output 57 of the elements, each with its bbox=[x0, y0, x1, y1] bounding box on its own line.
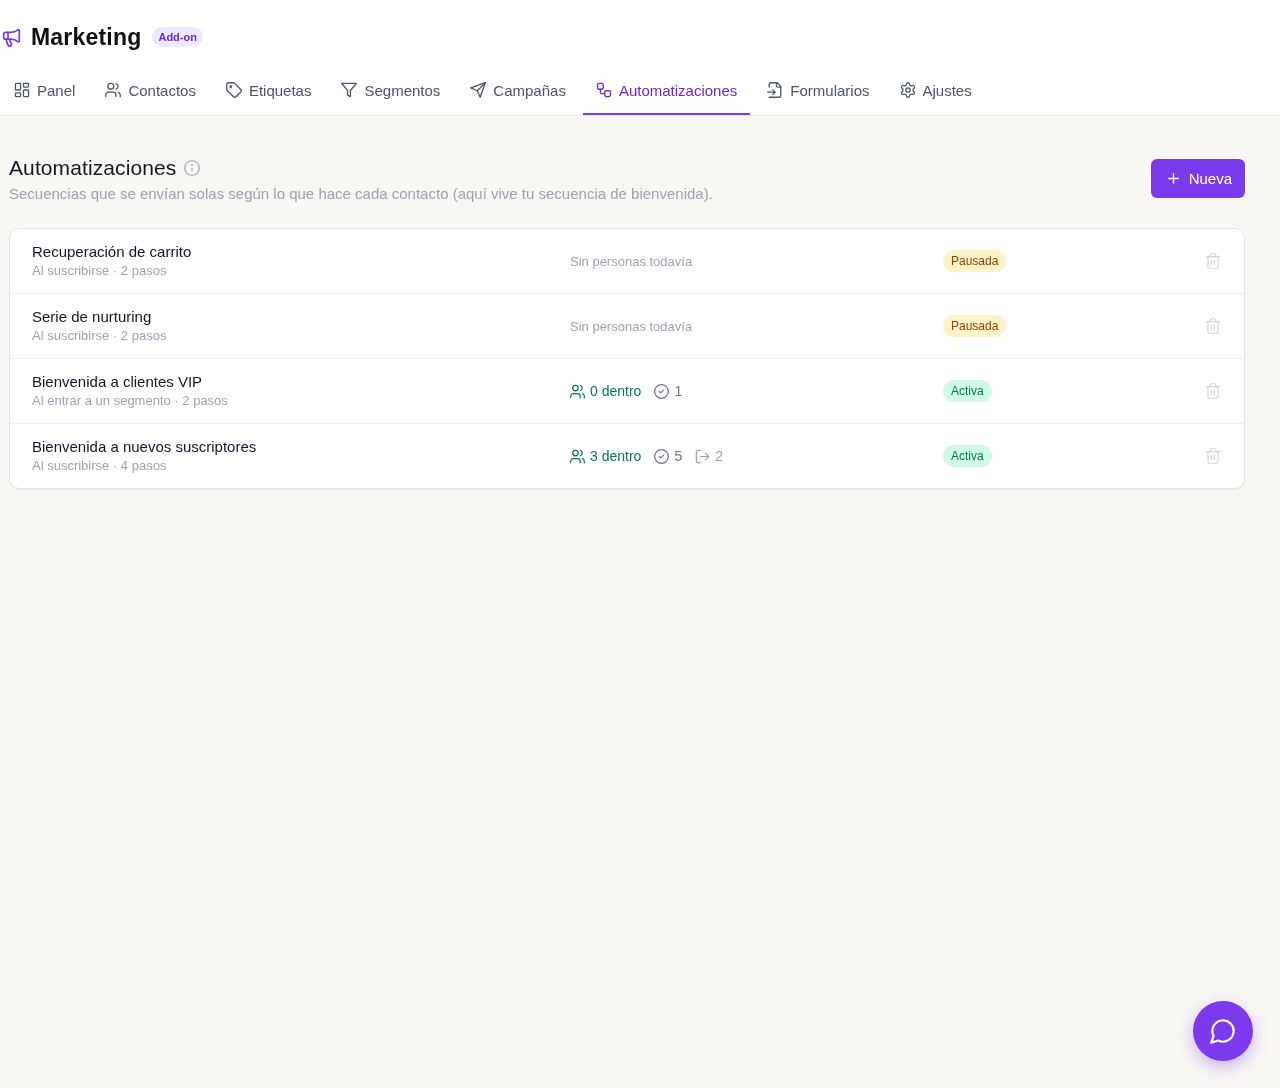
people-icon bbox=[105, 82, 122, 98]
nav-tab[interactable]: Etiquetas bbox=[212, 67, 325, 115]
app-title: Marketing bbox=[31, 23, 142, 51]
automation-name: Bienvenida a nuevos suscriptores bbox=[32, 437, 258, 457]
funnel-icon bbox=[341, 82, 358, 98]
automation-trigger: Al suscribirse · 4 pasos bbox=[32, 457, 168, 475]
delete-button[interactable] bbox=[1205, 448, 1221, 464]
check-circle-icon bbox=[654, 448, 670, 464]
activity-text: Sin personas todavía bbox=[570, 318, 693, 334]
status-badge: Activa bbox=[943, 380, 992, 402]
completed-count: 1 bbox=[674, 383, 683, 399]
nav-tab[interactable]: Formularios bbox=[754, 67, 883, 115]
automation-trigger: Al entrar a un segmento · 2 pasos bbox=[32, 392, 229, 410]
delete-button[interactable] bbox=[1205, 383, 1221, 399]
addon-badge: Add-on bbox=[152, 27, 203, 47]
status-badge: Pausada bbox=[943, 315, 1007, 337]
delete-button[interactable] bbox=[1205, 318, 1221, 334]
automation-name: Recuperación de carrito bbox=[32, 242, 193, 262]
nav-tab[interactable]: Contactos bbox=[92, 67, 209, 115]
status-badge: Pausada bbox=[943, 250, 1007, 272]
trash-icon bbox=[1205, 383, 1221, 399]
nav-tab[interactable]: Segmentos bbox=[328, 67, 454, 115]
people-inside-count: 0 dentro bbox=[590, 383, 642, 399]
people-inside-count: 3 dentro bbox=[590, 448, 642, 464]
completed-count: 5 bbox=[674, 448, 683, 464]
automation-trigger: Al suscribirse · 2 pasos bbox=[32, 327, 168, 345]
people-icon bbox=[570, 448, 585, 464]
automation-name: Bienvenida a clientes VIP bbox=[32, 372, 204, 392]
dashboard-icon bbox=[14, 82, 30, 98]
linked-squares-icon bbox=[595, 82, 612, 98]
automation-name: Serie de nurturing bbox=[32, 307, 153, 327]
trash-icon bbox=[1205, 448, 1221, 464]
nav-tab[interactable]: Ajustes bbox=[886, 67, 985, 115]
exited-count: 2 bbox=[715, 448, 723, 464]
info-icon bbox=[184, 160, 201, 176]
page-subtitle: Secuencias que se envían solas según lo que hace cada contacto (aquí vive tu secuencia de bienvenida). bbox=[9, 184, 713, 204]
nav-tab[interactable]: Campañas bbox=[457, 67, 579, 115]
status-badge: Activa bbox=[943, 445, 992, 467]
settings-icon bbox=[899, 82, 916, 98]
activity-text: Sin personas todavía bbox=[570, 253, 693, 269]
chat-bubble-icon bbox=[1210, 1018, 1236, 1044]
chat-button[interactable] bbox=[1193, 1001, 1253, 1061]
tag-icon bbox=[225, 82, 242, 98]
paper-plane-icon bbox=[470, 82, 487, 98]
plus-icon bbox=[1165, 171, 1181, 186]
nav-tab[interactable]: Automatizaciones bbox=[582, 67, 751, 115]
new-button[interactable]: Nueva bbox=[1150, 159, 1245, 198]
megaphone-icon bbox=[2, 27, 21, 47]
automation-trigger: Al suscribirse · 2 pasos bbox=[32, 262, 168, 280]
page-title: Automatizaciones bbox=[9, 156, 177, 180]
people-icon bbox=[570, 383, 585, 399]
delete-button[interactable] bbox=[1205, 253, 1221, 269]
trash-icon bbox=[1205, 318, 1221, 334]
file-arrow-icon bbox=[767, 82, 784, 98]
trash-icon bbox=[1205, 253, 1221, 269]
nav-tab[interactable]: Panel bbox=[1, 67, 89, 115]
check-circle-icon bbox=[654, 383, 670, 399]
